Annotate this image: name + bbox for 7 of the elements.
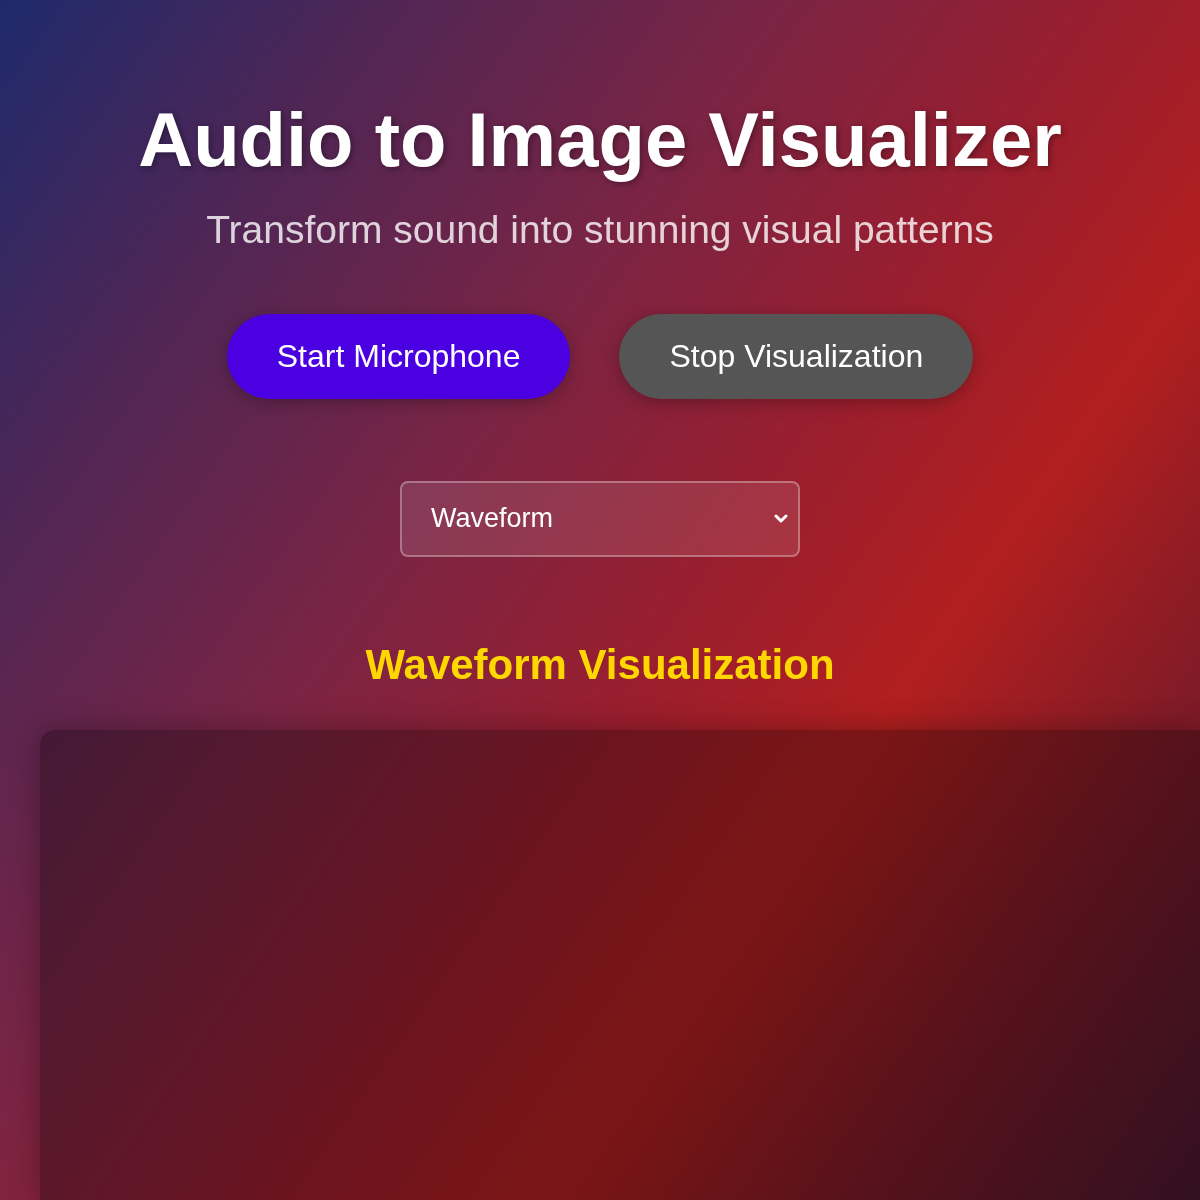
stop-button[interactable]: Stop Visualization	[619, 314, 974, 399]
mode-dropdown[interactable]: Waveform	[400, 481, 800, 557]
chevron-down-icon	[774, 514, 788, 524]
visualization-title: Waveform Visualization	[365, 640, 835, 690]
page-subtitle: Transform sound into stunning visual patterns	[206, 207, 994, 254]
page-title: Audio to Image Visualizer	[138, 96, 1062, 184]
start-button[interactable]: Start Microphone	[226, 314, 571, 399]
